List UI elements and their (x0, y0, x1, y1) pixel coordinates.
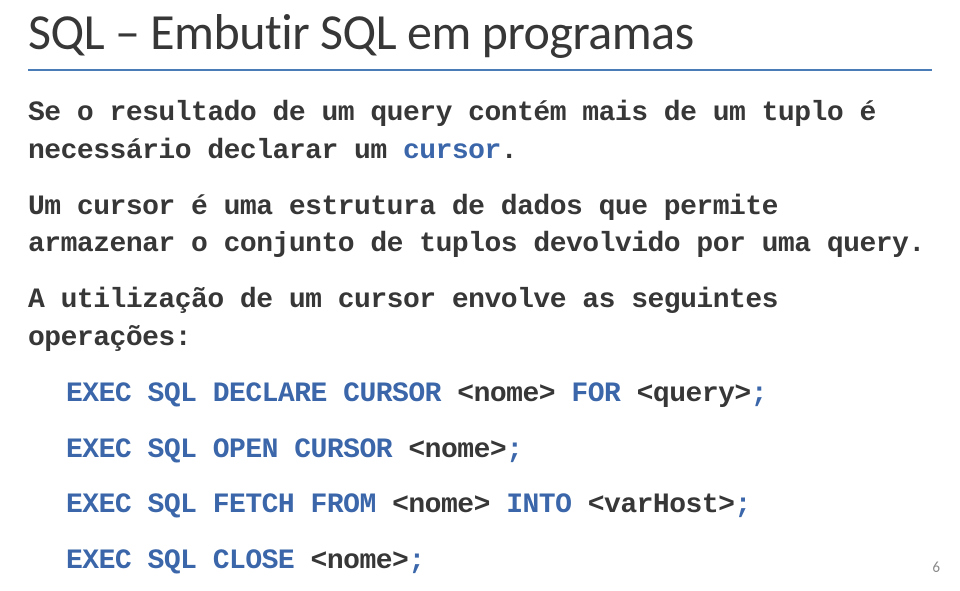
placeholder: <query> (637, 379, 751, 410)
op-close: EXEC SQL CLOSE <nome>; (66, 543, 932, 581)
keyword: INTO (490, 490, 588, 521)
keyword-cursor: cursor (403, 136, 501, 167)
placeholder: <nome> (392, 490, 490, 521)
keyword: FOR (555, 379, 637, 410)
punct: ; (408, 546, 424, 577)
slide-title: SQL – Embutir SQL em programas (28, 0, 932, 71)
placeholder: <nome> (311, 546, 409, 577)
placeholder: <varHost> (588, 490, 735, 521)
text: . (501, 136, 517, 167)
operations-block: EXEC SQL DECLARE CURSOR <nome> FOR <quer… (66, 376, 932, 581)
op-fetch: EXEC SQL FETCH FROM <nome> INTO <varHost… (66, 487, 932, 525)
op-declare: EXEC SQL DECLARE CURSOR <nome> FOR <quer… (66, 376, 932, 414)
op-open: EXEC SQL OPEN CURSOR <nome>; (66, 432, 932, 470)
page-number: 6 (932, 559, 940, 577)
punct: ; (506, 435, 522, 466)
slide-body: Se o resultado de um query contém mais d… (28, 95, 932, 581)
paragraph-3: A utilização de um cursor envolve as seg… (28, 282, 932, 358)
punct: ; (734, 490, 750, 521)
placeholder: <nome> (457, 379, 555, 410)
placeholder: <nome> (408, 435, 506, 466)
slide: SQL – Embutir SQL em programas Se o resu… (0, 0, 960, 591)
keyword: EXEC SQL DECLARE CURSOR (66, 379, 457, 410)
paragraph-1: Se o resultado de um query contém mais d… (28, 95, 932, 171)
keyword: EXEC SQL FETCH FROM (66, 490, 392, 521)
paragraph-2: Um cursor é uma estrutura de dados que p… (28, 189, 932, 265)
keyword: EXEC SQL OPEN CURSOR (66, 435, 408, 466)
keyword: EXEC SQL CLOSE (66, 546, 311, 577)
punct: ; (751, 379, 767, 410)
